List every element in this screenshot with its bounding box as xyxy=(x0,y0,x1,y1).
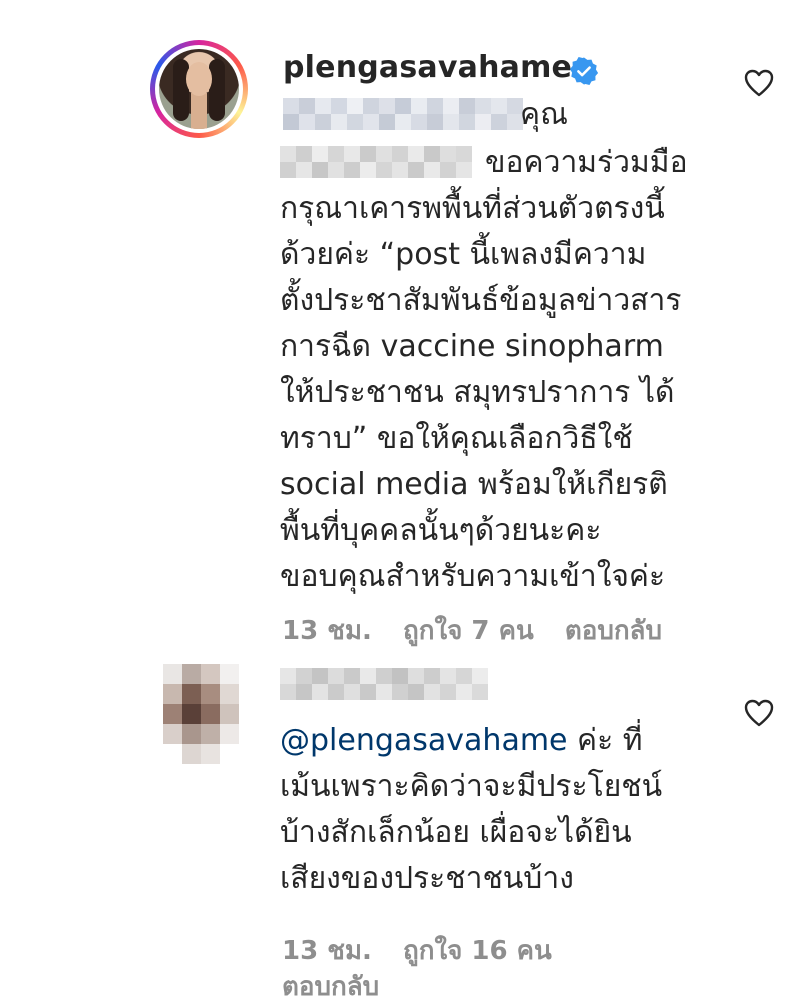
commenter-avatar[interactable] xyxy=(150,40,248,138)
comment-text-line: บ้างสักเล็กน้อย เผื่อจะได้ยิน xyxy=(280,815,632,850)
comment-text-line: การฉีด vaccine sinopharm xyxy=(280,329,664,364)
redacted-name-1 xyxy=(283,98,523,130)
comment-likes-link[interactable]: ถูกใจ 16 คน xyxy=(403,936,552,966)
comment-text-line: กรุณาเคารพพื้นที่ส่วนตัวตรงนี้ xyxy=(280,191,665,226)
verified-badge-icon xyxy=(569,57,599,86)
comment-time: 13 ชม. xyxy=(282,936,372,966)
comment-text-line: ทราบ” ขอให้คุณเลือกวิธีใช้ xyxy=(280,421,633,456)
redacted-name-2 xyxy=(280,146,472,178)
comment-text-line: ด้วยค่ะ “post นี้เพลงมีความ xyxy=(280,237,647,272)
comment-text-line: เสียงของประชาชนบ้าง xyxy=(280,861,574,896)
like-heart-icon[interactable] xyxy=(743,698,775,728)
comment-likes-link[interactable]: ถูกใจ 7 คน xyxy=(403,616,534,646)
comment-text-line: ขอบคุณสำหรับความเข้าใจค่ะ xyxy=(280,559,666,594)
comment-text-line: พื้นที่บุคคลนั้นๆด้วยนะคะ xyxy=(280,513,602,548)
reply-button[interactable]: ตอบกลับ xyxy=(282,966,379,1007)
comment-text-line: คุณ xyxy=(520,97,568,132)
comment-username[interactable]: plengasavahame xyxy=(283,50,572,85)
like-heart-icon[interactable] xyxy=(743,68,775,98)
comment-meta: 13 ชม. ถูกใจ 7 คน ตอบกลับ xyxy=(282,610,684,651)
mention-link[interactable]: @plengasavahame xyxy=(280,723,568,758)
redacted-username xyxy=(280,668,488,700)
comment-text-line: ขอความร่วมมือ xyxy=(485,145,688,180)
avatar-photo xyxy=(159,49,239,129)
comment-text-line: social media พร้อมให้เกียรติ xyxy=(280,467,668,502)
commenter-avatar-redacted[interactable] xyxy=(163,664,241,768)
comment-text-line: @plengasavahame ค่ะ ที่ xyxy=(280,718,643,764)
comment-text-line: ตั้งประชาสัมพันธ์ข้อมูลข่าวสาร xyxy=(280,283,682,318)
comment-text-line: เม้นเพราะคิดว่าจะมีประโยชน์ xyxy=(280,769,663,804)
comment-meta: 13 ชม. ถูกใจ 16 คน xyxy=(282,930,574,971)
comment-time: 13 ชม. xyxy=(282,616,372,646)
comment-text-line: ให้ประชาชน สมุทรปราการ ได้ xyxy=(280,375,675,410)
comment-text-fragment: ค่ะ ที่ xyxy=(567,723,643,758)
reply-button[interactable]: ตอบกลับ xyxy=(565,616,662,646)
